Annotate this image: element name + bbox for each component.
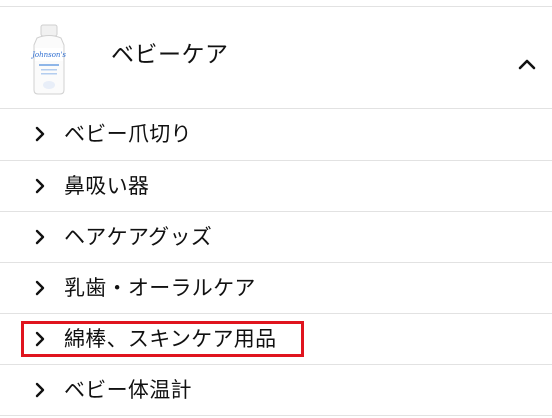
chevron-right-icon (35, 178, 45, 194)
bottle-brand-text: Johnson's (30, 51, 66, 59)
chevron-right-icon (35, 229, 45, 245)
chevron-right-icon (35, 382, 45, 398)
subcategory-item-cotton-swabs-skin-care[interactable]: 綿棒、スキンケア用品 (0, 314, 552, 365)
divider (0, 415, 552, 416)
subcategory-label: 綿棒、スキンケア用品 (64, 327, 277, 351)
subcategory-item-oral-care[interactable]: 乳歯・オーラルケア (0, 263, 552, 314)
subcategory-label: 乳歯・オーラルケア (64, 276, 256, 300)
subcategory-label: ヘアケアグッズ (64, 225, 213, 249)
subcategory-item-baby-nail-clippers[interactable]: ベビー爪切り (0, 109, 552, 160)
chevron-up-icon[interactable] (514, 51, 540, 77)
chevron-right-icon (35, 126, 45, 142)
baby-lotion-bottle-icon: Johnson's (30, 24, 66, 95)
subcategory-label: ベビー爪切り (64, 122, 192, 146)
subcategory-label: 鼻吸い器 (64, 174, 150, 198)
chevron-right-icon (35, 331, 45, 347)
category-header-baby-care[interactable]: Johnson's ベビーケア (0, 7, 552, 108)
subcategory-item-baby-thermometer[interactable]: ベビー体温計 (0, 365, 552, 416)
subcategory-label: ベビー体温計 (64, 378, 192, 402)
subcategory-item-hair-care-goods[interactable]: ヘアケアグッズ (0, 212, 552, 263)
chevron-right-icon (35, 280, 45, 296)
subcategory-item-nasal-aspirator[interactable]: 鼻吸い器 (0, 161, 552, 212)
category-title: ベビーケア (111, 42, 229, 68)
category-menu: Johnson's ベビーケア ベビー爪切り 鼻吸い器 ヘアケアグッズ 乳歯・オ… (0, 0, 552, 418)
